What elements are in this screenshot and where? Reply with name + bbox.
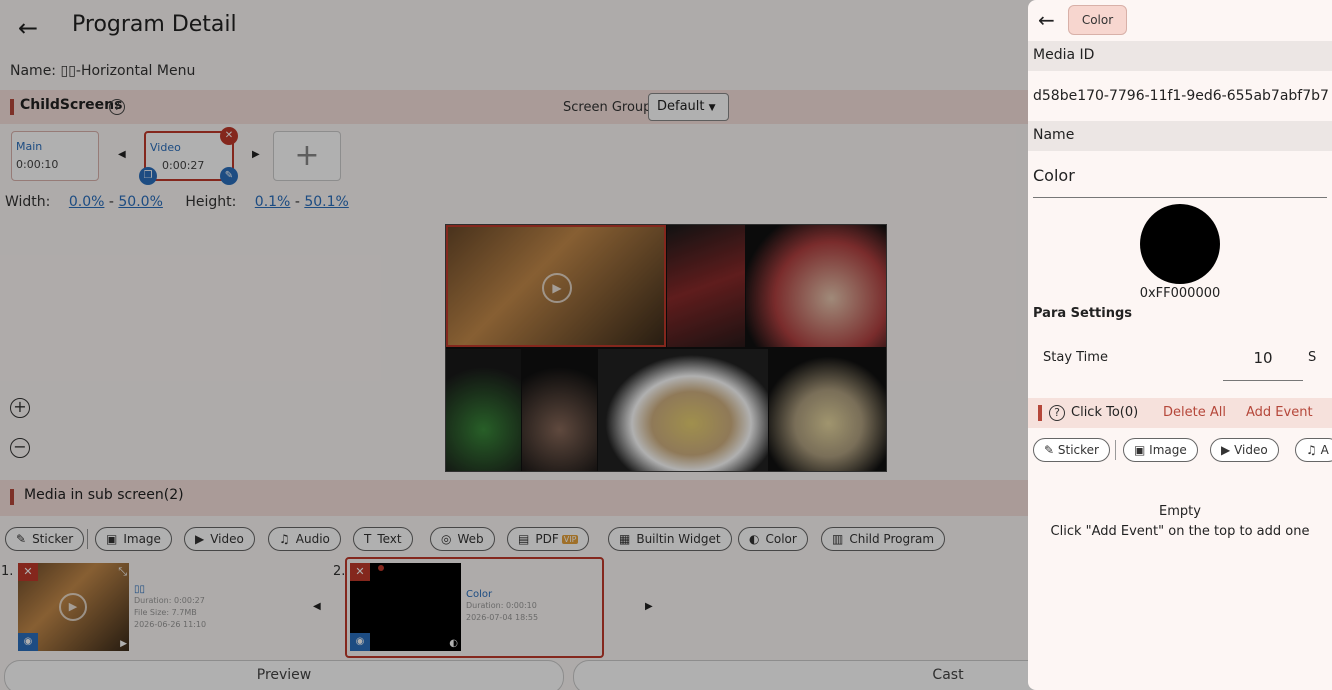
help-icon[interactable]: ? bbox=[1049, 405, 1065, 421]
delete-all-button[interactable]: Delete All bbox=[1163, 405, 1226, 420]
chip-label: Sticker bbox=[1057, 443, 1099, 457]
chip-label: A bbox=[1320, 443, 1329, 457]
click-to-bar: ? Click To(0) Delete All Add Event bbox=[1028, 398, 1332, 428]
stay-time-unit: S bbox=[1308, 350, 1317, 365]
empty-title: Empty bbox=[1159, 504, 1201, 519]
image-icon: ▣ bbox=[1134, 443, 1146, 457]
media-id-header: Media ID bbox=[1028, 41, 1332, 71]
color-hex-value: 0xFF000000 bbox=[1139, 286, 1221, 301]
name-header: Name bbox=[1028, 121, 1332, 151]
section-marker bbox=[1038, 405, 1042, 421]
para-settings-title: Para Settings bbox=[1033, 306, 1133, 321]
add-event-button[interactable]: Add Event bbox=[1246, 405, 1313, 420]
sticker-icon: ✎ bbox=[1044, 443, 1055, 457]
video-icon: ▶ bbox=[1221, 443, 1231, 457]
chip-label: Image bbox=[1149, 443, 1187, 457]
color-swatch[interactable] bbox=[1140, 204, 1220, 284]
color-detail-drawer: ← Color Media ID d58be170-7796-11f1-9ed6… bbox=[1028, 0, 1332, 690]
stay-time-input[interactable]: 10 bbox=[1223, 344, 1303, 381]
audio-icon: ♫ bbox=[1306, 443, 1317, 457]
chip-label: Video bbox=[1234, 443, 1268, 457]
divider bbox=[1115, 440, 1116, 460]
media-type-chip: Color bbox=[1068, 5, 1127, 35]
empty-hint: Click "Add Event" on the top to add one bbox=[1050, 524, 1310, 539]
event-sticker-chip[interactable]: ✎ Sticker bbox=[1033, 438, 1110, 462]
back-arrow-icon[interactable]: ← bbox=[1038, 8, 1055, 32]
click-to-title: Click To(0) bbox=[1071, 405, 1139, 420]
event-audio-chip[interactable]: ♫ A bbox=[1295, 438, 1332, 462]
name-input[interactable]: Color bbox=[1033, 160, 1327, 198]
event-video-chip[interactable]: ▶ Video bbox=[1210, 438, 1279, 462]
event-image-chip[interactable]: ▣ Image bbox=[1123, 438, 1198, 462]
stay-time-label: Stay Time bbox=[1043, 350, 1108, 365]
media-id-value: d58be170-7796-11f1-9ed6-655ab7abf7b7 bbox=[1033, 88, 1329, 104]
